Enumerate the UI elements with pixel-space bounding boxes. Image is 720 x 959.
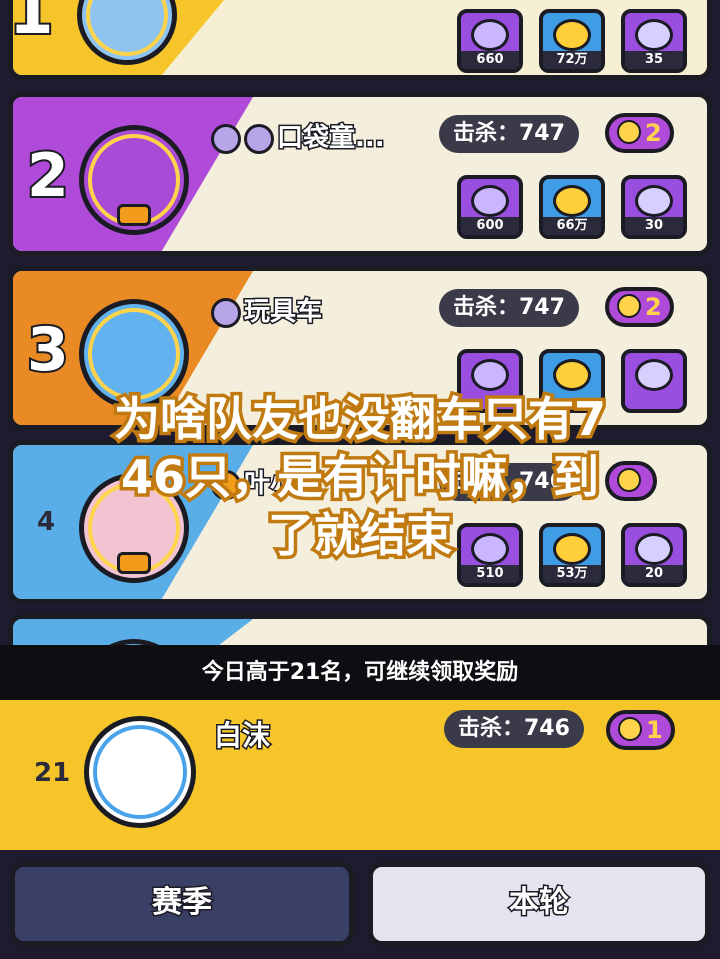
skull-icon — [617, 294, 641, 318]
my-player-name: 白沫 — [212, 718, 271, 754]
rank-card-4[interactable]: 4 叶小青 击杀：746 510 53万 20 — [8, 440, 712, 604]
reward-gem-orb: 510 — [457, 523, 523, 587]
reward-gem-orb: 600 — [457, 175, 523, 239]
rank-number: 1 — [9, 0, 56, 51]
avatar — [79, 473, 189, 583]
rank-card-5[interactable] — [8, 614, 712, 645]
player-name: 口袋童... — [211, 117, 386, 155]
reward-capsule: 20 — [621, 523, 687, 587]
reward-capsule: 35 — [621, 9, 687, 73]
rank-emblem-icon — [244, 123, 274, 154]
reward-notice: 今日高于21名，可继续领取奖励 — [0, 645, 720, 700]
tab-season[interactable]: 赛季 — [10, 862, 354, 946]
reward-gold-coins: 53万 — [539, 523, 605, 587]
kill-count: 击杀：746 — [439, 463, 579, 501]
skull-count — [605, 461, 657, 501]
my-rank-card: 21 白沫 击杀：746 1 — [0, 700, 720, 850]
rank-emblem-icon — [211, 469, 241, 500]
rank-card-3[interactable]: 3 玩具车 击杀：747 2 — [8, 266, 712, 430]
my-rank-number: 21 — [34, 758, 71, 788]
reward-gem-orb: 660 — [457, 9, 523, 73]
kill-count: 击杀：747 — [439, 289, 579, 327]
skull-icon — [617, 120, 641, 144]
rank-number: 3 — [25, 313, 71, 387]
reward-gold-coins — [539, 349, 605, 413]
my-kill-count: 击杀：746 — [444, 710, 584, 748]
my-avatar[interactable] — [84, 716, 196, 828]
rank-card-1[interactable]: 1 660 72万 35 — [8, 0, 712, 80]
skull-icon — [617, 468, 641, 492]
rank-emblem-icon — [211, 297, 241, 328]
skull-icon — [618, 717, 642, 741]
leaderboard-list[interactable]: 1 660 72万 35 2 口袋童... 击杀：747 2 600 66万 3… — [0, 0, 720, 645]
avatar — [79, 299, 189, 409]
avatar — [79, 125, 189, 235]
reward-gold-coins: 66万 — [539, 175, 605, 239]
my-skull-count: 1 — [606, 710, 675, 750]
reward-gem-orb — [457, 349, 523, 413]
reward-gold-coins: 72万 — [539, 9, 605, 73]
rank-number: 2 — [25, 139, 71, 213]
reward-capsule — [621, 349, 687, 413]
skull-count: 2 — [605, 287, 674, 327]
player-name: 玩具车 — [211, 291, 324, 329]
player-name: 叶小青 — [211, 463, 324, 501]
reward-capsule: 30 — [621, 175, 687, 239]
tab-round[interactable]: 本轮 — [368, 862, 710, 946]
rank-card-2[interactable]: 2 口袋童... 击杀：747 2 600 66万 30 — [8, 92, 712, 256]
rank-number: 4 — [37, 507, 56, 537]
bottom-tab-bar: 赛季 本轮 — [0, 850, 720, 959]
kill-count: 击杀：747 — [439, 115, 579, 153]
rank-emblem-icon — [211, 123, 241, 154]
skull-count: 2 — [605, 113, 674, 153]
